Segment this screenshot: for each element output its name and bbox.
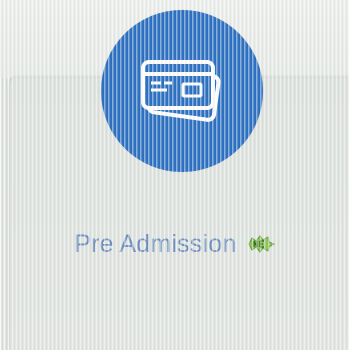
pre-admission-icon-button[interactable] bbox=[101, 10, 263, 172]
tile-label[interactable]: Pre Admission bbox=[74, 230, 236, 258]
tile-label-row: Pre Admission bbox=[0, 230, 349, 259]
new-badge-icon bbox=[247, 235, 276, 258]
payment-card-icon bbox=[141, 60, 221, 122]
